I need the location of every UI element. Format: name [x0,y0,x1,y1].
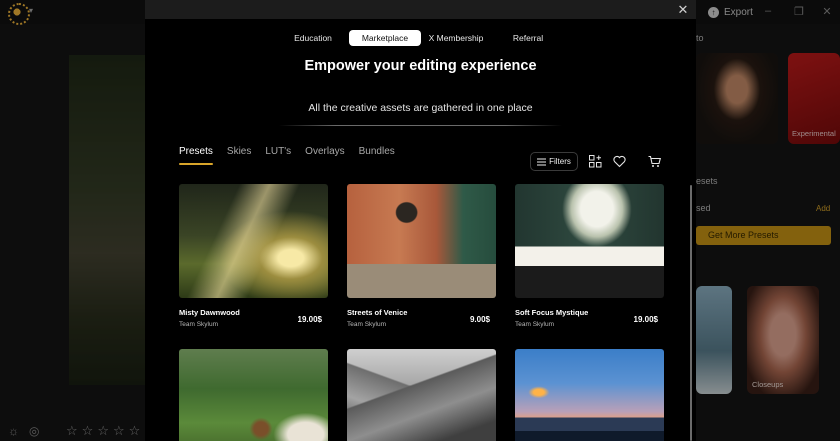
product-price: 19.00$ [297,315,322,324]
page-title: Empower your editing experience [304,58,537,74]
product-card[interactable] [179,349,328,441]
modal-top-tabs: Education Marketplace X Membership Refer… [145,30,696,46]
product-author: Team Skylum [347,321,387,328]
product-name: Streets of Venice [347,308,408,317]
product-card[interactable]: Streets of Venice Team Skylum 9.00$ [347,184,496,334]
tab-overlays[interactable]: Overlays [305,146,344,162]
divider [279,125,562,126]
category-tabs: Presets Skies LUT's Overlays Bundles [179,146,409,165]
modal-top-strip [145,0,696,19]
product-image[interactable] [347,349,496,441]
product-image[interactable] [347,184,496,298]
apps-icon[interactable] [589,155,602,168]
product-card[interactable]: Misty Dawnwood Team Skylum 19.00$ [179,184,328,334]
product-card[interactable]: Soft Focus Mystique Team Skylum 19.00$ [515,184,664,334]
page-subtitle: All the creative assets are gathered in … [308,102,533,114]
filters-button[interactable]: Filters [530,152,578,171]
tab-skies[interactable]: Skies [227,146,251,162]
tab-presets[interactable]: Presets [179,146,213,165]
product-author: Team Skylum [515,321,555,328]
filters-label: Filters [549,157,571,166]
product-card[interactable] [515,349,664,441]
marketplace-modal: ✕ Education Marketplace X Membership Ref… [145,0,696,441]
product-name: Misty Dawnwood [179,308,240,317]
cart-icon[interactable] [648,155,661,168]
product-name: Soft Focus Mystique [515,308,589,317]
product-author: Team Skylum [179,321,219,328]
tab-x-membership[interactable]: X Membership [425,30,487,46]
product-image[interactable] [179,184,328,298]
tab-bundles[interactable]: Bundles [359,146,395,162]
filters-icon [537,158,547,165]
product-price: 9.00$ [469,315,490,324]
product-card[interactable] [347,349,496,441]
scrollbar[interactable] [690,185,692,441]
product-image[interactable] [515,184,664,298]
heart-icon[interactable] [613,155,626,168]
tab-marketplace[interactable]: Marketplace [349,30,421,46]
product-image[interactable] [515,349,664,441]
tab-education[interactable]: Education [286,30,340,46]
tab-luts[interactable]: LUT's [265,146,291,162]
tab-referral[interactable]: Referral [505,30,551,46]
product-price: 19.00$ [633,315,658,324]
app-window: ▾ ↑ Export – ❐ ✕ ☼ ◎ ☆ ☆ ☆ ☆ ☆ to Experi… [0,0,840,441]
product-image[interactable] [179,349,328,441]
close-icon[interactable]: ✕ [676,3,690,17]
